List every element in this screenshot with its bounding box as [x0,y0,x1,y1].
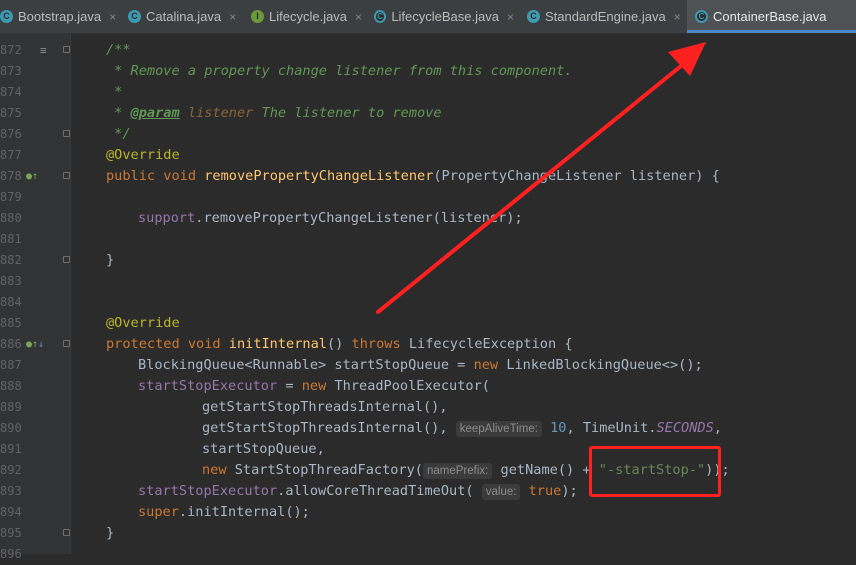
red-arrow-annotation [376,42,706,314]
